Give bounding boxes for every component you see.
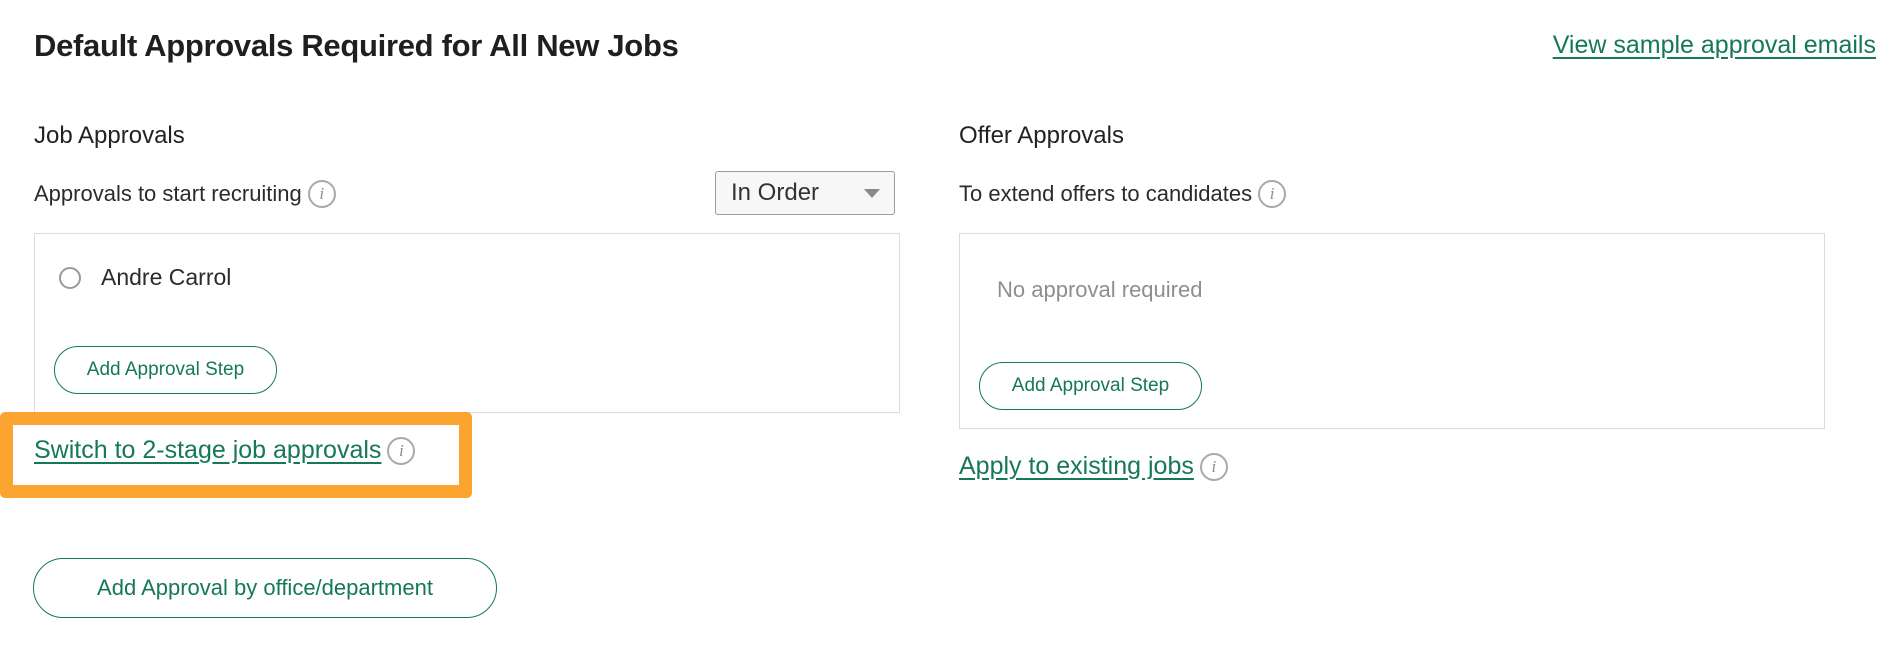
job-approvals-subtitle-row: Approvals to start recruiting i [34,180,336,208]
offer-approvals-box: No approval required Add Approval Step [959,233,1825,429]
apply-to-existing-jobs-link[interactable]: Apply to existing jobs [959,452,1194,481]
no-approval-text: No approval required [997,277,1203,302]
offer-approvals-heading: Offer Approvals [959,122,1124,149]
add-approval-step-button[interactable]: Add Approval Step [54,346,277,394]
approval-order-select[interactable]: In Order [715,171,895,215]
info-icon[interactable]: i [387,436,416,465]
job-approvals-box: Andre Carrol Add Approval Step [34,233,900,413]
offer-approvals-subtitle: To extend offers to candidates [959,181,1253,206]
chevron-down-icon [864,188,880,198]
info-icon[interactable]: i [1258,180,1287,208]
add-approval-step-button[interactable]: Add Approval Step [979,362,1202,410]
switch-2-stage-row: Switch to 2-stage job approvals i [34,436,416,465]
approver-name: Andre Carrol [101,264,232,290]
apply-existing-row: Apply to existing jobs i [959,452,1228,481]
add-approval-by-office-button[interactable]: Add Approval by office/department [33,558,497,618]
info-icon[interactable]: i [307,180,336,208]
approver-row: Andre Carrol [59,264,231,291]
page-title: Default Approvals Required for All New J… [34,28,679,63]
info-icon[interactable]: i [1199,452,1228,481]
job-approvals-subtitle: Approvals to start recruiting [34,181,302,206]
job-approvals-heading: Job Approvals [34,122,185,149]
approval-order-value: In Order [731,179,820,206]
approver-radio[interactable] [59,266,81,289]
view-sample-approval-emails-link[interactable]: View sample approval emails [1553,31,1876,60]
switch-to-2-stage-link[interactable]: Switch to 2-stage job approvals [34,436,381,465]
offer-approvals-subtitle-row: To extend offers to candidates i [959,180,1287,208]
